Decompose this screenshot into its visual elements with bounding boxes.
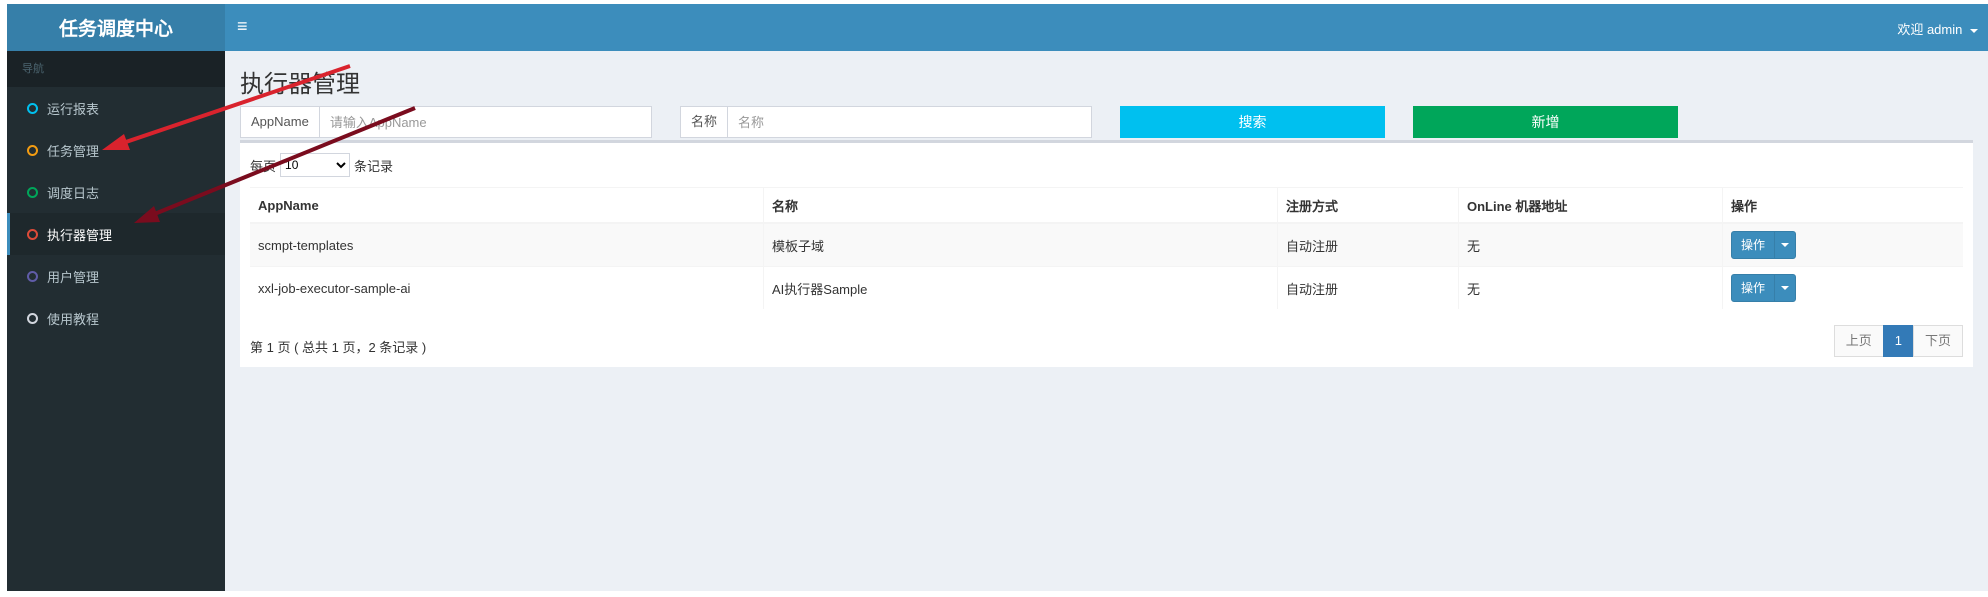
table-info: 第 1 页 ( 总共 1 页，2 条记录 ) (250, 340, 427, 355)
page-length-prefix: 每页 (250, 158, 277, 174)
operate-button[interactable]: 操作 (1731, 274, 1797, 302)
column-header[interactable]: 名称 (763, 187, 1278, 224)
cell-reg: 自动注册 (1277, 222, 1459, 267)
page-length: 每页 10 条记录 (250, 153, 393, 177)
sidebar-header: 导航 (7, 51, 225, 87)
sidebar-item-label: 调度日志 (47, 185, 100, 201)
prev-page-button[interactable]: 上页 (1833, 325, 1884, 357)
sidebar-item-executors[interactable]: 执行器管理 (7, 213, 225, 255)
app-logo[interactable]: 任务调度中心 (7, 4, 225, 51)
appname-filter: AppName (240, 106, 652, 138)
sidebar-item-label: 执行器管理 (47, 227, 113, 243)
sidebar-item-users[interactable]: 用户管理 (7, 255, 225, 297)
dropdown-toggle[interactable] (1774, 232, 1795, 258)
sidebar-item-label: 用户管理 (47, 269, 100, 285)
cell-appname: xxl-job-executor-sample-ai (250, 266, 764, 309)
circle-icon (27, 228, 38, 240)
current-page-button[interactable]: 1 (1882, 325, 1914, 357)
operate-button[interactable]: 操作 (1731, 231, 1797, 259)
table-row: scmpt-templates 模板子域 自动注册 无 操作 (250, 222, 1963, 267)
cell-appname: scmpt-templates (250, 222, 764, 267)
name-label: 名称 (681, 107, 729, 137)
caret-down-icon (1781, 286, 1790, 290)
column-header[interactable]: OnLine 机器地址 (1458, 187, 1723, 224)
circle-icon (27, 144, 38, 156)
cell-actions: 操作 (1722, 222, 1963, 267)
circle-icon (27, 270, 38, 282)
caret-down-icon (1970, 28, 1978, 33)
executor-table-box: 每页 10 条记录 AppName 名称 注册方式 OnLine 机器地址 操作 (240, 140, 1973, 367)
search-button[interactable]: 搜索 (1120, 106, 1385, 138)
sidebar-item-jobs[interactable]: 任务管理 (7, 129, 225, 171)
name-filter: 名称 (680, 106, 1092, 138)
app-frame: 任务调度中心 ≡ 欢迎 admin 导航 运行报表 任务管理 调度日志 执行器管… (7, 4, 1988, 591)
sidebar-item-logs[interactable]: 调度日志 (7, 171, 225, 213)
sidebar-item-help[interactable]: 使用教程 (7, 297, 225, 339)
page-length-select[interactable]: 10 (280, 153, 351, 177)
table-header-row: AppName 名称 注册方式 OnLine 机器地址 操作 (250, 187, 1963, 224)
cell-reg: 自动注册 (1277, 266, 1459, 309)
column-header[interactable]: AppName (250, 187, 764, 224)
table-row: xxl-job-executor-sample-ai AI执行器Sample 自… (250, 266, 1963, 309)
executor-table: AppName 名称 注册方式 OnLine 机器地址 操作 scmpt-tem… (250, 187, 1963, 309)
operate-label: 操作 (1741, 281, 1766, 295)
name-input[interactable] (728, 107, 1091, 137)
cell-name: 模板子域 (763, 222, 1278, 267)
sidebar-item-label: 运行报表 (47, 101, 100, 117)
circle-icon (27, 186, 38, 198)
page-title: 执行器管理 (240, 71, 360, 98)
top-navbar: ≡ 欢迎 admin (225, 4, 1988, 51)
column-header[interactable]: 注册方式 (1277, 187, 1459, 224)
cell-actions: 操作 (1722, 266, 1963, 309)
sidebar-item-report[interactable]: 运行报表 (7, 87, 225, 129)
user-greeting: 欢迎 admin (1897, 22, 1963, 37)
appname-label: AppName (241, 107, 320, 137)
cell-online: 无 (1458, 222, 1723, 267)
operate-label: 操作 (1741, 238, 1766, 252)
menu-toggle-icon[interactable]: ≡ (237, 16, 248, 37)
add-button[interactable]: 新增 (1413, 106, 1678, 138)
cell-online: 无 (1458, 266, 1723, 309)
cell-name: AI执行器Sample (763, 266, 1278, 309)
pagination: 上页 1 下页 (1833, 325, 1963, 357)
circle-icon (27, 102, 38, 114)
caret-down-icon (1781, 243, 1790, 247)
sidebar: 导航 运行报表 任务管理 调度日志 执行器管理 用户管理 使用教程 (7, 51, 225, 591)
page-length-suffix: 条记录 (354, 158, 394, 174)
next-page-button[interactable]: 下页 (1912, 325, 1963, 357)
dropdown-toggle[interactable] (1774, 275, 1795, 301)
column-header[interactable]: 操作 (1722, 187, 1963, 224)
circle-icon (27, 312, 38, 324)
main-content: 执行器管理 AppName 名称 搜索 新增 每页 10 条记录 AppName… (225, 51, 1988, 591)
user-menu[interactable]: 欢迎 admin (1897, 19, 1978, 38)
appname-input[interactable] (319, 107, 651, 137)
sidebar-item-label: 使用教程 (47, 311, 100, 327)
sidebar-item-label: 任务管理 (47, 143, 100, 159)
